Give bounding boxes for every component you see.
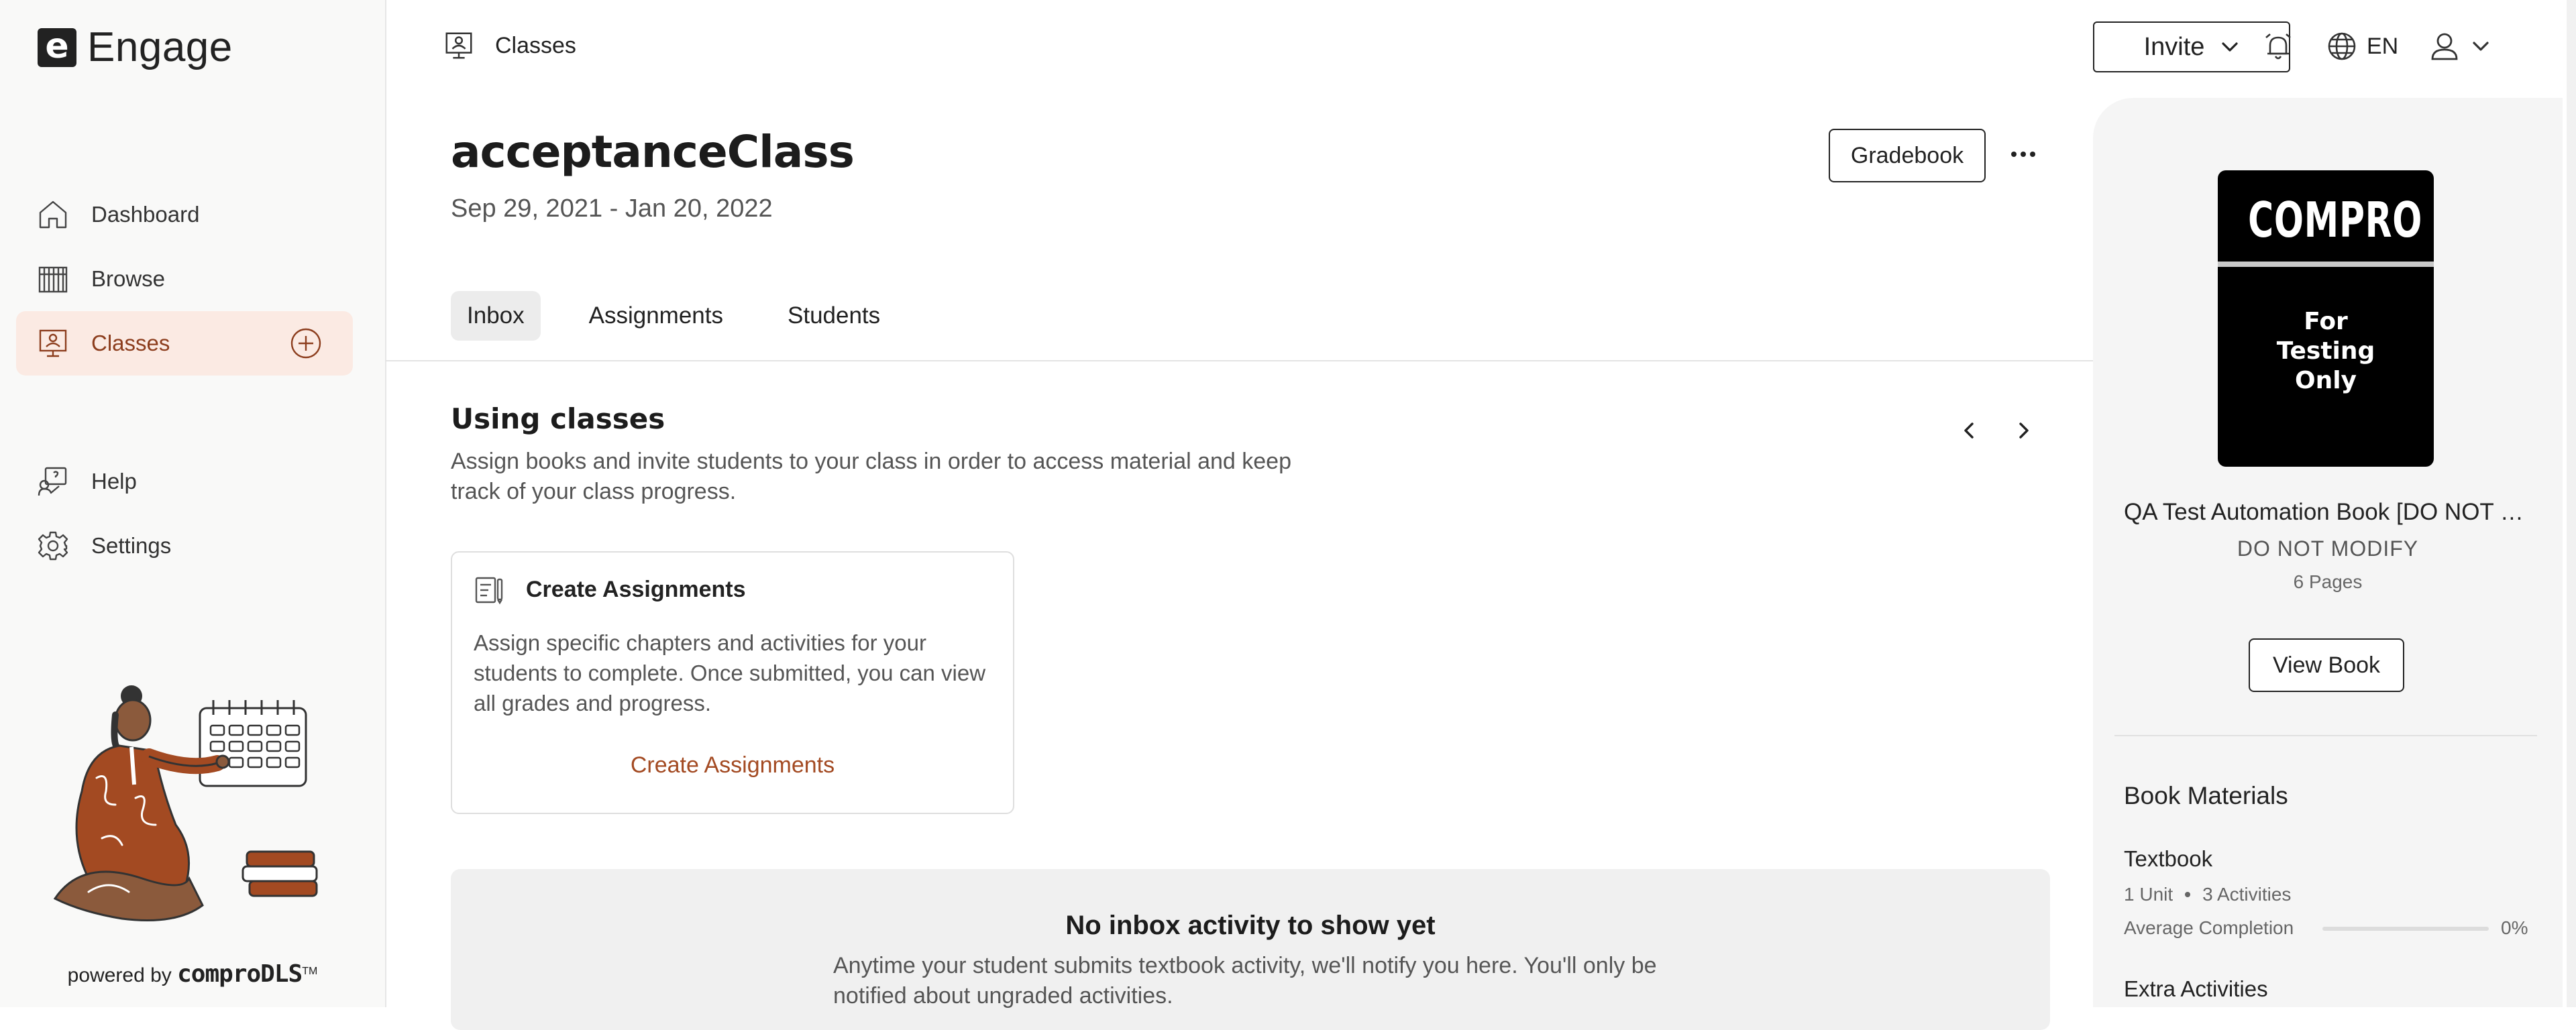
create-assignments-card: Create Assignments Assign specific chapt…	[451, 551, 1014, 814]
cover-title: COMPRO	[2248, 192, 2423, 248]
sidebar-item-label: Dashboard	[91, 202, 200, 227]
chevron-down-icon	[2222, 42, 2239, 52]
app-name: Engage	[87, 24, 233, 70]
class-title: acceptanceClass	[451, 126, 855, 178]
add-class-icon[interactable]	[290, 327, 322, 359]
breadcrumb: Classes	[443, 30, 576, 62]
inbox-empty-state: No inbox activity to show yet Anytime yo…	[451, 869, 2050, 1030]
books-icon	[38, 266, 68, 293]
unit-count: 1 Unit	[2124, 884, 2174, 905]
tabs-divider	[385, 360, 2093, 361]
sidebar-item-label: Classes	[91, 331, 170, 355]
chevron-left-icon[interactable]	[1955, 416, 1984, 445]
globe-icon	[2328, 32, 2356, 60]
extra-activities-title[interactable]: Extra Activities	[2124, 976, 2268, 1002]
assignment-icon	[475, 577, 503, 605]
breadcrumb-current: Classes	[495, 32, 576, 58]
cover-subtitle: For Testing Only	[2276, 308, 2375, 394]
using-classes-description: Assign books and invite students to your…	[451, 449, 1292, 504]
sidebar-item-settings[interactable]: Settings	[16, 514, 353, 578]
more-options-icon[interactable]	[2006, 144, 2041, 165]
trademark: TM	[302, 966, 318, 977]
sidebar-item-dashboard[interactable]: Dashboard	[16, 182, 353, 247]
sidebar-item-label: Help	[91, 469, 137, 494]
comprodls-logo: comproDLS	[177, 960, 303, 988]
using-classes-title: Using classes	[451, 402, 665, 435]
sidebar-item-help[interactable]: Help	[16, 449, 353, 514]
class-dates: Sep 29, 2021 - Jan 20, 2022	[451, 194, 773, 223]
sidebar-item-label: Settings	[91, 533, 172, 558]
app-logo[interactable]: e Engage	[38, 25, 233, 70]
class-tabs: Inbox Assignments Students	[451, 291, 928, 341]
logo-mark: e	[38, 28, 76, 67]
empty-state-description: Anytime your student submits textbook ac…	[833, 953, 1657, 1009]
view-book-button[interactable]: View Book	[2249, 638, 2404, 692]
empty-state-title: No inbox activity to show yet	[1065, 911, 1436, 940]
textbook-meta: 1 Unit 3 Activities	[2124, 884, 2291, 905]
completion-percent: 0%	[2501, 917, 2528, 938]
classes-icon	[445, 32, 472, 59]
invite-button[interactable]: Invite	[2093, 21, 2290, 72]
help-icon	[38, 467, 67, 496]
powered-by: powered by comproDLSTM	[0, 960, 385, 988]
activity-count: 3 Activities	[2202, 884, 2292, 905]
powered-by-prefix: powered by	[67, 964, 172, 986]
book-materials-title: Book Materials	[2124, 782, 2288, 809]
language-selector[interactable]: EN	[2326, 31, 2398, 62]
user-icon	[2431, 33, 2458, 60]
create-assignments-link[interactable]: Create Assignments	[452, 752, 1013, 779]
teacher-illustration	[53, 685, 318, 921]
chevron-right-icon[interactable]	[2008, 416, 2038, 445]
card-title: Create Assignments	[526, 576, 746, 602]
chevron-down-icon	[2473, 42, 2489, 51]
book-pages: 6 Pages	[2293, 571, 2363, 592]
sidebar-item-classes[interactable]: Classes	[16, 311, 353, 376]
textbook-title[interactable]: Textbook	[2124, 846, 2212, 872]
user-menu[interactable]	[2430, 31, 2490, 62]
sidebar-item-browse[interactable]: Browse	[16, 247, 353, 311]
average-completion-label: Average Completion	[2124, 917, 2294, 938]
tab-assignments[interactable]: Assignments	[573, 291, 739, 341]
book-title: QA Test Automation Book [DO NOT MODIFY]	[2124, 499, 2526, 525]
panel-divider	[2114, 735, 2537, 736]
home-icon	[39, 201, 67, 229]
sidebar-item-label: Browse	[91, 266, 166, 291]
invite-label: Invite	[2143, 32, 2205, 61]
cover-rule	[2218, 262, 2434, 267]
book-cover[interactable]: COMPRO For Testing Only	[2218, 170, 2434, 467]
completion-progress-bar	[2322, 927, 2489, 931]
card-body: Assign specific chapters and activities …	[474, 630, 986, 716]
separator-dot	[2185, 892, 2191, 897]
card-header: Create Assignments	[474, 574, 746, 605]
tab-inbox[interactable]: Inbox	[451, 291, 541, 341]
gear-icon	[38, 531, 68, 561]
gradebook-button[interactable]: Gradebook	[1829, 129, 1986, 182]
classes-icon	[39, 329, 67, 357]
tab-students[interactable]: Students	[771, 291, 896, 341]
page-scrollbar[interactable]	[2567, 0, 2576, 1007]
book-subtitle: DO NOT MODIFY	[2237, 536, 2419, 561]
language-label: EN	[2367, 33, 2399, 59]
bell-icon[interactable]	[2262, 31, 2294, 63]
